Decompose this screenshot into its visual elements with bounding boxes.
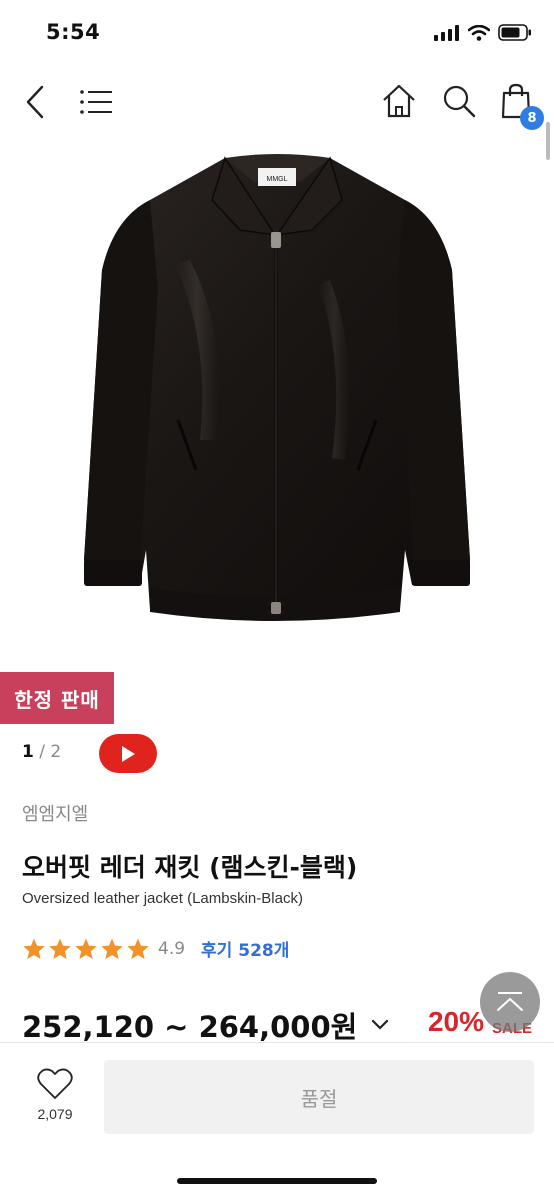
- rating-value: 4.9: [158, 938, 186, 959]
- star-icon: [49, 938, 71, 959]
- chevron-down-icon: [371, 1019, 389, 1031]
- heart-icon: [37, 1068, 73, 1099]
- price-range[interactable]: 252,120 ~ 264,000원: [22, 1004, 389, 1046]
- search-button[interactable]: [440, 82, 478, 120]
- review-count-link[interactable]: 후기 528개: [201, 936, 289, 961]
- scroll-to-top-button[interactable]: [480, 972, 540, 1032]
- image-pager: 1 / 2: [22, 742, 61, 762]
- pager-separator: /: [39, 742, 45, 762]
- arrow-up-icon: [497, 992, 523, 1011]
- home-indicator: [177, 1178, 377, 1184]
- signal-icon: [434, 24, 459, 41]
- back-button[interactable]: [18, 82, 52, 122]
- price-text: 252,120 ~ 264,000원: [22, 1010, 358, 1044]
- jacket-label-text: MMGL: [267, 176, 288, 183]
- wishlist-count: 2,079: [37, 1106, 73, 1122]
- wishlist-button[interactable]: 2,079: [28, 1068, 82, 1122]
- video-play-button[interactable]: [99, 734, 157, 773]
- product-title-english: Oversized leather jacket (Lambskin-Black…: [22, 890, 303, 907]
- chevron-left-icon: [26, 85, 44, 119]
- cart-button[interactable]: 8: [500, 82, 544, 130]
- limited-sale-badge: 한정 판매: [0, 672, 114, 724]
- status-bar: 5:54: [0, 0, 554, 64]
- pager-current: 1: [22, 742, 34, 762]
- product-title-korean: 오버핏 레더 재킷 (램스킨-블랙): [22, 853, 358, 882]
- star-icon: [75, 938, 97, 959]
- product-image[interactable]: MMGL: [0, 140, 554, 660]
- brand-name[interactable]: 엠엠지엘: [22, 800, 88, 826]
- menu-button[interactable]: [78, 86, 114, 118]
- pager-total: 2: [50, 742, 62, 762]
- soldout-button[interactable]: 품절: [104, 1060, 534, 1134]
- star-icon: [101, 938, 123, 959]
- list-menu-icon: [80, 90, 112, 114]
- search-icon: [443, 85, 476, 118]
- star-icon: [23, 938, 45, 959]
- home-icon: [383, 84, 415, 118]
- status-time: 5:54: [46, 20, 101, 44]
- rating-stars: [22, 937, 150, 961]
- discount-rate: 20%: [427, 1006, 484, 1037]
- top-navbar: 8: [0, 70, 554, 134]
- wifi-icon: [468, 24, 490, 41]
- status-icons: [434, 24, 532, 41]
- leather-jacket-image: MMGL: [84, 154, 470, 621]
- star-icon: [127, 938, 149, 959]
- rating-row: 4.9 후기 528개: [22, 936, 289, 961]
- play-icon: [122, 745, 135, 762]
- battery-icon: [498, 24, 531, 41]
- cart-count-badge: 8: [520, 106, 544, 130]
- home-button[interactable]: [380, 82, 418, 120]
